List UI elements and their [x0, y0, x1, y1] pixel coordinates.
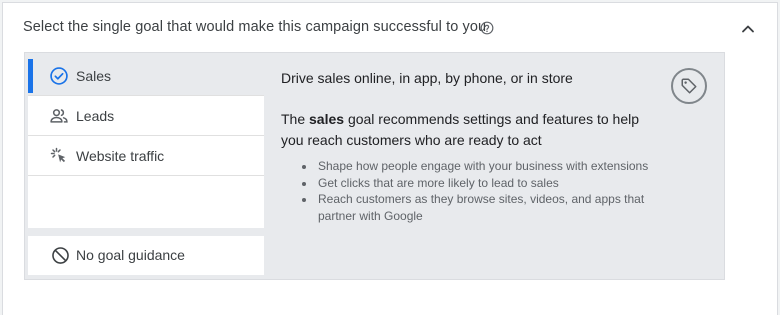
bullet-item: Shape how people engage with your busine…: [316, 158, 676, 175]
no-goal-label: No goal guidance: [76, 247, 185, 263]
check-circle-icon: [50, 67, 68, 85]
bullet-item: Reach customers as they browse sites, vi…: [316, 191, 676, 224]
detail-bullets: Shape how people engage with your busine…: [303, 158, 676, 224]
goal-label-website-traffic: Website traffic: [76, 148, 165, 164]
goal-panel: Sales Leads Website traffic No goal guid…: [24, 52, 725, 280]
no-goal-guidance-item[interactable]: No goal guidance: [28, 236, 264, 275]
goal-item-leads[interactable]: Leads: [28, 96, 264, 136]
card-title: Select the single goal that would make t…: [23, 19, 487, 35]
goal-detail: Drive sales online, in app, by phone, or…: [281, 53, 721, 273]
desc-prefix: The: [281, 111, 310, 127]
goal-selection-card: Select the single goal that would make t…: [2, 2, 778, 315]
bullet-item: Get clicks that are more likely to lead …: [316, 175, 676, 192]
people-icon: [50, 109, 68, 123]
goal-list: Sales Leads Website traffic: [28, 56, 264, 228]
detail-title: Drive sales online, in app, by phone, or…: [281, 70, 573, 86]
goal-label-leads: Leads: [76, 108, 115, 124]
detail-description: The sales goal recommends settings and f…: [281, 109, 661, 151]
goal-item-website-traffic[interactable]: Website traffic: [28, 136, 264, 176]
desc-bold: sales: [309, 111, 345, 127]
block-icon: [52, 247, 69, 264]
goal-item-sales[interactable]: Sales: [28, 56, 264, 96]
cursor-click-icon: [50, 147, 66, 163]
help-circle-icon[interactable]: [480, 21, 494, 35]
goal-label-sales: Sales: [76, 68, 112, 84]
chevron-up-icon[interactable]: [738, 19, 758, 39]
card-header[interactable]: Select the single goal that would make t…: [3, 3, 777, 53]
tag-icon: [671, 68, 707, 104]
